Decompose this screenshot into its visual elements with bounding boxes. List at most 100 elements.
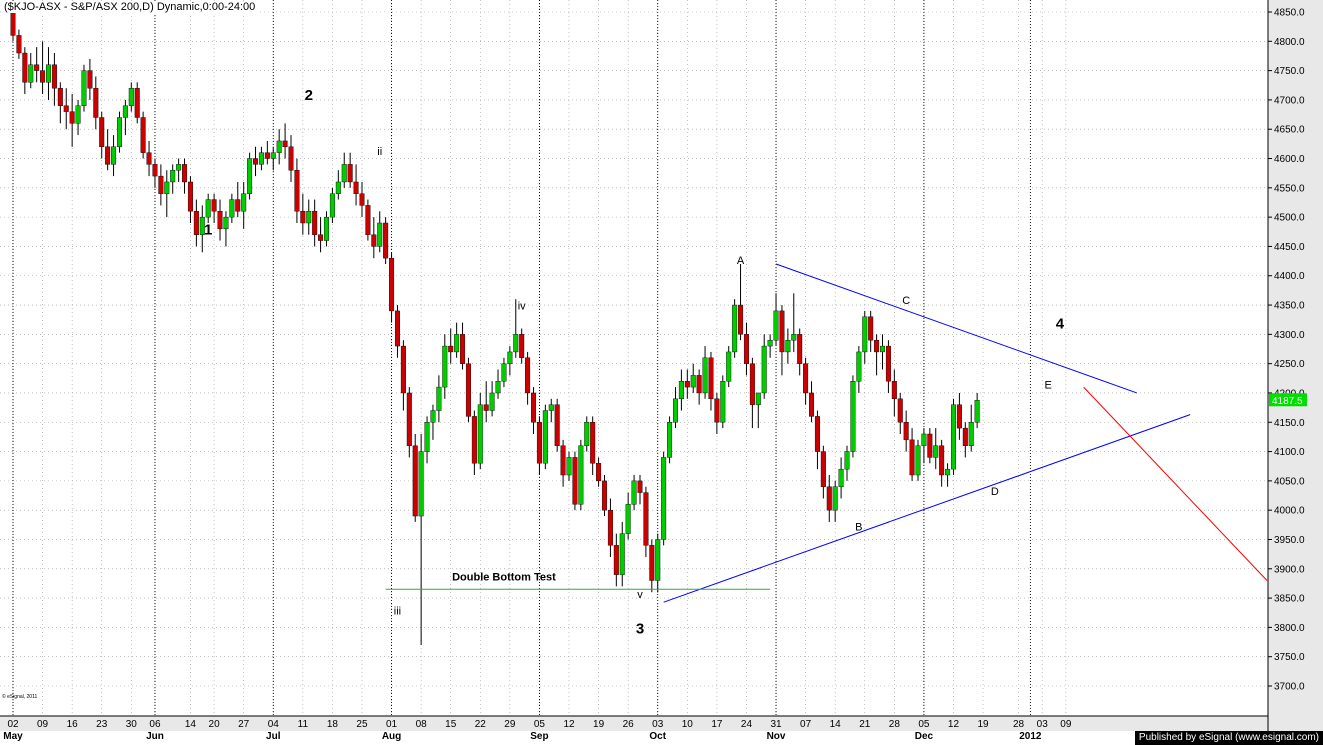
candle-body <box>276 140 282 153</box>
candle-body <box>690 375 696 388</box>
candle-body <box>323 216 329 241</box>
annotation-label: 3 <box>636 620 644 637</box>
candle-body <box>306 211 312 224</box>
last-price-marker: 4187.5 <box>1269 393 1307 407</box>
candle-body <box>507 351 513 364</box>
candle-body <box>335 181 341 194</box>
annotation-label: Double Bottom Test <box>452 572 556 584</box>
candle-body <box>880 345 886 353</box>
candle-body <box>205 199 211 218</box>
candle-body <box>454 334 460 353</box>
x-tick-label: 27 <box>238 719 250 730</box>
candle-body <box>389 257 395 312</box>
candle-body <box>897 398 903 423</box>
candle-body <box>885 345 891 382</box>
candle-body <box>820 451 826 487</box>
annotation-label: C <box>902 295 910 307</box>
candle-body <box>519 334 525 358</box>
candle-body <box>10 11 16 36</box>
candle-body <box>229 199 235 218</box>
candle-body <box>122 105 128 118</box>
x-tick-label: 03 <box>652 719 664 730</box>
y-tick-label: 4800.0 <box>1274 37 1305 48</box>
candle-body <box>258 152 264 165</box>
x-tick-label: 09 <box>1060 719 1072 730</box>
y-tick-label: 4700.0 <box>1274 95 1305 106</box>
candle-body <box>868 316 874 341</box>
stock-chart: 12iiiiviiiDouble Bottom Testv3ABCDE4 370… <box>0 0 1323 742</box>
x-tick-label: 03 <box>1037 719 1049 730</box>
candle-body <box>649 545 655 581</box>
candle-body <box>93 87 99 118</box>
candle-body <box>797 334 803 364</box>
candle-body <box>566 457 572 476</box>
candle-body <box>826 486 832 511</box>
y-tick-label: 3700.0 <box>1274 682 1305 693</box>
x-tick-label: 10 <box>682 719 694 730</box>
candle-body <box>460 334 466 364</box>
y-tick-label: 4100.0 <box>1274 447 1305 458</box>
candle-body <box>631 480 637 505</box>
candle-body <box>773 310 779 341</box>
published-by-footer: Published by eSignal (www.esignal.com) <box>1134 731 1323 745</box>
candle-body <box>75 105 81 124</box>
candle-body <box>264 152 270 159</box>
candle-body <box>489 392 495 411</box>
candle-body <box>714 398 720 423</box>
candle-body <box>57 87 63 106</box>
candle-body <box>45 64 51 83</box>
annotation-label: v <box>637 589 643 601</box>
candle-body <box>359 193 365 206</box>
candle-body <box>743 334 749 364</box>
candle-body <box>625 504 631 534</box>
candle-body <box>761 345 767 394</box>
candle-body <box>732 304 738 353</box>
annotation-label: i <box>319 225 321 237</box>
candle-body <box>791 334 797 341</box>
candle-body <box>921 433 927 446</box>
candle-body <box>525 357 531 394</box>
y-tick-label: 4150.0 <box>1274 418 1305 429</box>
candle-body <box>300 211 306 224</box>
candle-body <box>465 363 471 417</box>
candle-body <box>128 87 134 106</box>
candle-body <box>247 158 253 194</box>
candle-body <box>182 164 188 183</box>
candle-body <box>844 451 850 470</box>
candle-body <box>193 211 199 235</box>
x-tick-label: 12 <box>563 719 575 730</box>
candle-body <box>34 64 40 71</box>
candle-body <box>607 509 613 546</box>
x-month-label: Aug <box>382 731 401 742</box>
annotation-label: 1 <box>204 222 212 239</box>
candle-body <box>838 468 844 487</box>
y-tick-label: 4500.0 <box>1274 213 1305 224</box>
candle-body <box>442 345 448 388</box>
x-tick-label: 22 <box>475 719 487 730</box>
x-tick-label: 14 <box>830 719 842 730</box>
x-tick-label: 17 <box>711 719 723 730</box>
x-tick-label: 09 <box>37 719 49 730</box>
x-tick-label: 06 <box>149 719 161 730</box>
annotation-label: E <box>1044 379 1051 391</box>
candle-body <box>696 375 702 394</box>
candle-body <box>436 386 442 411</box>
x-tick-label: 29 <box>504 719 516 730</box>
candle-body <box>146 152 152 165</box>
candle-body <box>116 117 122 147</box>
candle-body <box>152 164 158 177</box>
annotation-label: iii <box>394 605 401 617</box>
candle-body <box>341 164 347 183</box>
candle-body <box>282 140 288 148</box>
candle-body <box>637 480 643 493</box>
candle-body <box>891 381 897 400</box>
x-month-label: Oct <box>649 731 666 742</box>
candle-body <box>803 363 809 394</box>
y-tick-label: 4350.0 <box>1274 301 1305 312</box>
x-month-label: Jun <box>146 731 164 742</box>
candle-body <box>383 222 389 259</box>
candle-body <box>329 193 335 218</box>
candle-body <box>294 170 300 212</box>
y-tick-label: 4250.0 <box>1274 359 1305 370</box>
candle-body <box>708 357 714 400</box>
